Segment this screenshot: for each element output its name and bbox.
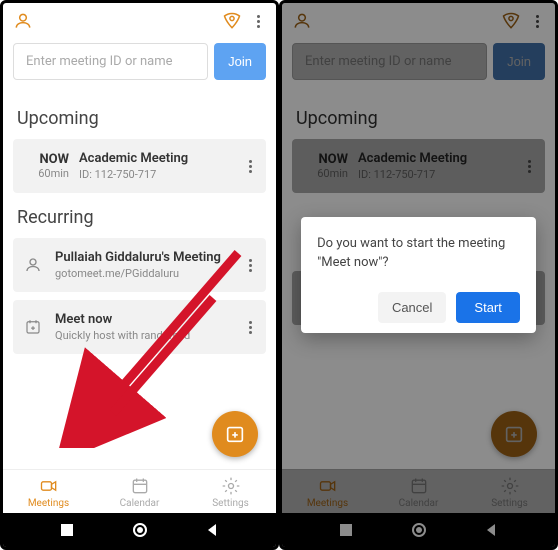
meet-now-sub: Quickly host with random id	[55, 329, 232, 342]
phone-screen-right: Enter meeting ID or name Join Upcoming N…	[279, 0, 558, 550]
join-button[interactable]: Join	[214, 43, 266, 80]
main-content: Upcoming NOW 60min Academic Meeting ID: …	[3, 88, 276, 469]
card-overflow-icon[interactable]	[242, 321, 258, 334]
nav-label: Settings	[212, 498, 249, 509]
cast-icon[interactable]	[222, 11, 242, 31]
recurring-item-0[interactable]: Pullaiah Giddaluru's Meeting gotomeet.me…	[13, 238, 266, 292]
calendar-plus-icon	[21, 318, 45, 336]
modal-overlay: Do you want to start the meeting "Meet n…	[282, 3, 555, 547]
recurring-item-meet-now[interactable]: Meet now Quickly host with random id	[13, 300, 266, 354]
nav-label: Meetings	[28, 498, 69, 509]
overflow-menu-icon[interactable]	[250, 15, 266, 28]
phone-screen-left: Enter meeting ID or name Join Upcoming N…	[0, 0, 279, 550]
card-overflow-icon[interactable]	[242, 160, 258, 173]
start-button[interactable]: Start	[456, 292, 519, 323]
profile-icon[interactable]	[13, 11, 33, 31]
meeting-title: Academic Meeting	[79, 151, 232, 166]
card-overflow-icon[interactable]	[242, 259, 258, 272]
dialog-text: Do you want to start the meeting "Meet n…	[317, 235, 520, 271]
nav-settings[interactable]: Settings	[185, 470, 276, 513]
recent-apps-icon[interactable]	[60, 523, 74, 537]
cancel-button[interactable]: Cancel	[378, 292, 446, 323]
top-bar	[3, 3, 276, 39]
calendar-icon	[130, 476, 150, 496]
new-meeting-fab[interactable]	[212, 411, 258, 457]
upcoming-heading: Upcoming	[17, 108, 266, 129]
meet-now-title: Meet now	[55, 312, 232, 327]
person-icon	[21, 256, 45, 274]
back-icon[interactable]	[205, 523, 219, 537]
recurring-heading: Recurring	[17, 207, 266, 228]
gear-icon	[221, 476, 241, 496]
meeting-id: ID: 112-750-717	[79, 168, 232, 181]
recurring-title: Pullaiah Giddaluru's Meeting	[55, 250, 232, 265]
start-meeting-dialog: Do you want to start the meeting "Meet n…	[301, 217, 536, 332]
upcoming-meeting-card[interactable]: NOW 60min Academic Meeting ID: 112-750-7…	[13, 139, 266, 193]
search-row: Enter meeting ID or name Join	[3, 39, 276, 88]
duration-label: 60min	[21, 167, 69, 180]
camera-icon	[39, 476, 59, 496]
android-nav-bar	[3, 513, 276, 547]
meeting-id-input[interactable]: Enter meeting ID or name	[13, 43, 208, 80]
now-label: NOW	[21, 152, 69, 167]
bottom-nav: Meetings Calendar Settings	[3, 469, 276, 513]
recurring-sub: gotomeet.me/PGiddaluru	[55, 267, 232, 280]
nav-meetings[interactable]: Meetings	[3, 470, 94, 513]
home-icon[interactable]	[132, 522, 148, 538]
nav-label: Calendar	[120, 498, 160, 509]
nav-calendar[interactable]: Calendar	[94, 470, 185, 513]
